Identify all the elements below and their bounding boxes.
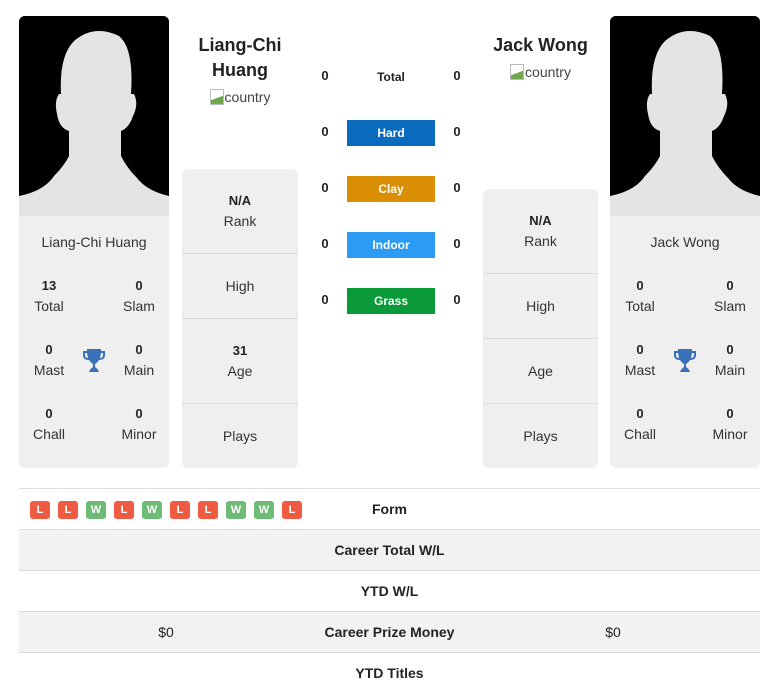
h2h-row-hard: 0 Hard 0 <box>310 120 470 146</box>
table-row-career-prize-money: $0 Career Prize Money $0 <box>19 611 760 652</box>
titles-minor-right: 0 Minor <box>712 406 748 442</box>
titles-main-left: 0 Main <box>123 342 155 378</box>
country-flag-left: country <box>209 89 270 105</box>
titles-chall-right: 0 Chall <box>624 406 656 442</box>
high-cell-right: High <box>483 274 598 339</box>
h2h-row-clay: 0 Clay 0 <box>310 176 470 202</box>
titles-mast-right: 0 Mast <box>624 342 656 378</box>
surface-badge-hard: Hard <box>347 120 435 146</box>
age-cell-right: Age <box>483 339 598 404</box>
titles-chall-left: 0 Chall <box>33 406 65 442</box>
high-cell-left: High <box>182 254 298 319</box>
player-info-left: N/A Rank High 31 Age Plays <box>182 169 298 468</box>
rank-cell-right: N/A Rank <box>483 189 598 274</box>
trophy-icon <box>83 349 105 372</box>
titles-total-left: 13 Total <box>34 278 64 314</box>
player-title-left[interactable]: Liang-Chi Huang <box>182 33 298 83</box>
age-cell-left: 31 Age <box>182 319 298 404</box>
player-card-left: Liang-Chi Huang 13 Total 0 Slam 0 Mast 0… <box>19 216 169 468</box>
table-row-ytd-titles: YTD Titles <box>19 652 760 693</box>
titles-slam-left: 0 Slam <box>123 278 155 314</box>
player-card-right: Jack Wong 0 Total 0 Slam 0 Mast 0 Main 0… <box>610 216 760 468</box>
player-name-right: Jack Wong <box>650 234 720 250</box>
table-row-ytd-wl: YTD W/L <box>19 570 760 611</box>
surface-badge-grass: Grass <box>347 288 435 314</box>
player-header-left: Liang-Chi Huang country <box>182 33 298 108</box>
country-flag-right: country <box>510 64 571 80</box>
player-photo-right <box>610 16 760 216</box>
avatar-silhouette-icon <box>610 16 760 216</box>
player-info-right: N/A Rank High Age Plays <box>483 189 598 468</box>
surface-badge-indoor: Indoor <box>347 232 435 258</box>
player-name-left: Liang-Chi Huang <box>41 234 147 250</box>
table-row-career-total-wl: Career Total W/L <box>19 529 760 570</box>
surface-badge-clay: Clay <box>347 176 435 202</box>
plays-cell-left: Plays <box>222 428 258 444</box>
plays-cell-right: Plays <box>523 428 558 444</box>
avatar-silhouette-icon <box>19 16 169 216</box>
rank-cell-left: N/A Rank <box>182 169 298 254</box>
player-title-right[interactable]: Jack Wong <box>483 33 598 58</box>
player-header-right: Jack Wong country <box>483 33 598 83</box>
broken-image-icon <box>510 64 525 80</box>
titles-minor-left: 0 Minor <box>121 406 157 442</box>
trophy-icon <box>674 349 696 372</box>
h2h-row-indoor: 0 Indoor 0 <box>310 232 470 258</box>
h2h-row-grass: 0 Grass 0 <box>310 288 470 314</box>
broken-image-icon <box>209 89 224 105</box>
titles-main-right: 0 Main <box>714 342 746 378</box>
table-row-form: LLWLWLLWWL Form <box>19 488 760 529</box>
player-photo-left <box>19 16 169 216</box>
titles-mast-left: 0 Mast <box>33 342 65 378</box>
titles-total-right: 0 Total <box>625 278 655 314</box>
h2h-row-total: 0 Total 0 <box>321 68 461 84</box>
comparison-table: LLWLWLLWWL Form Career Total W/L YTD W/L… <box>19 488 760 693</box>
titles-slam-right: 0 Slam <box>714 278 746 314</box>
